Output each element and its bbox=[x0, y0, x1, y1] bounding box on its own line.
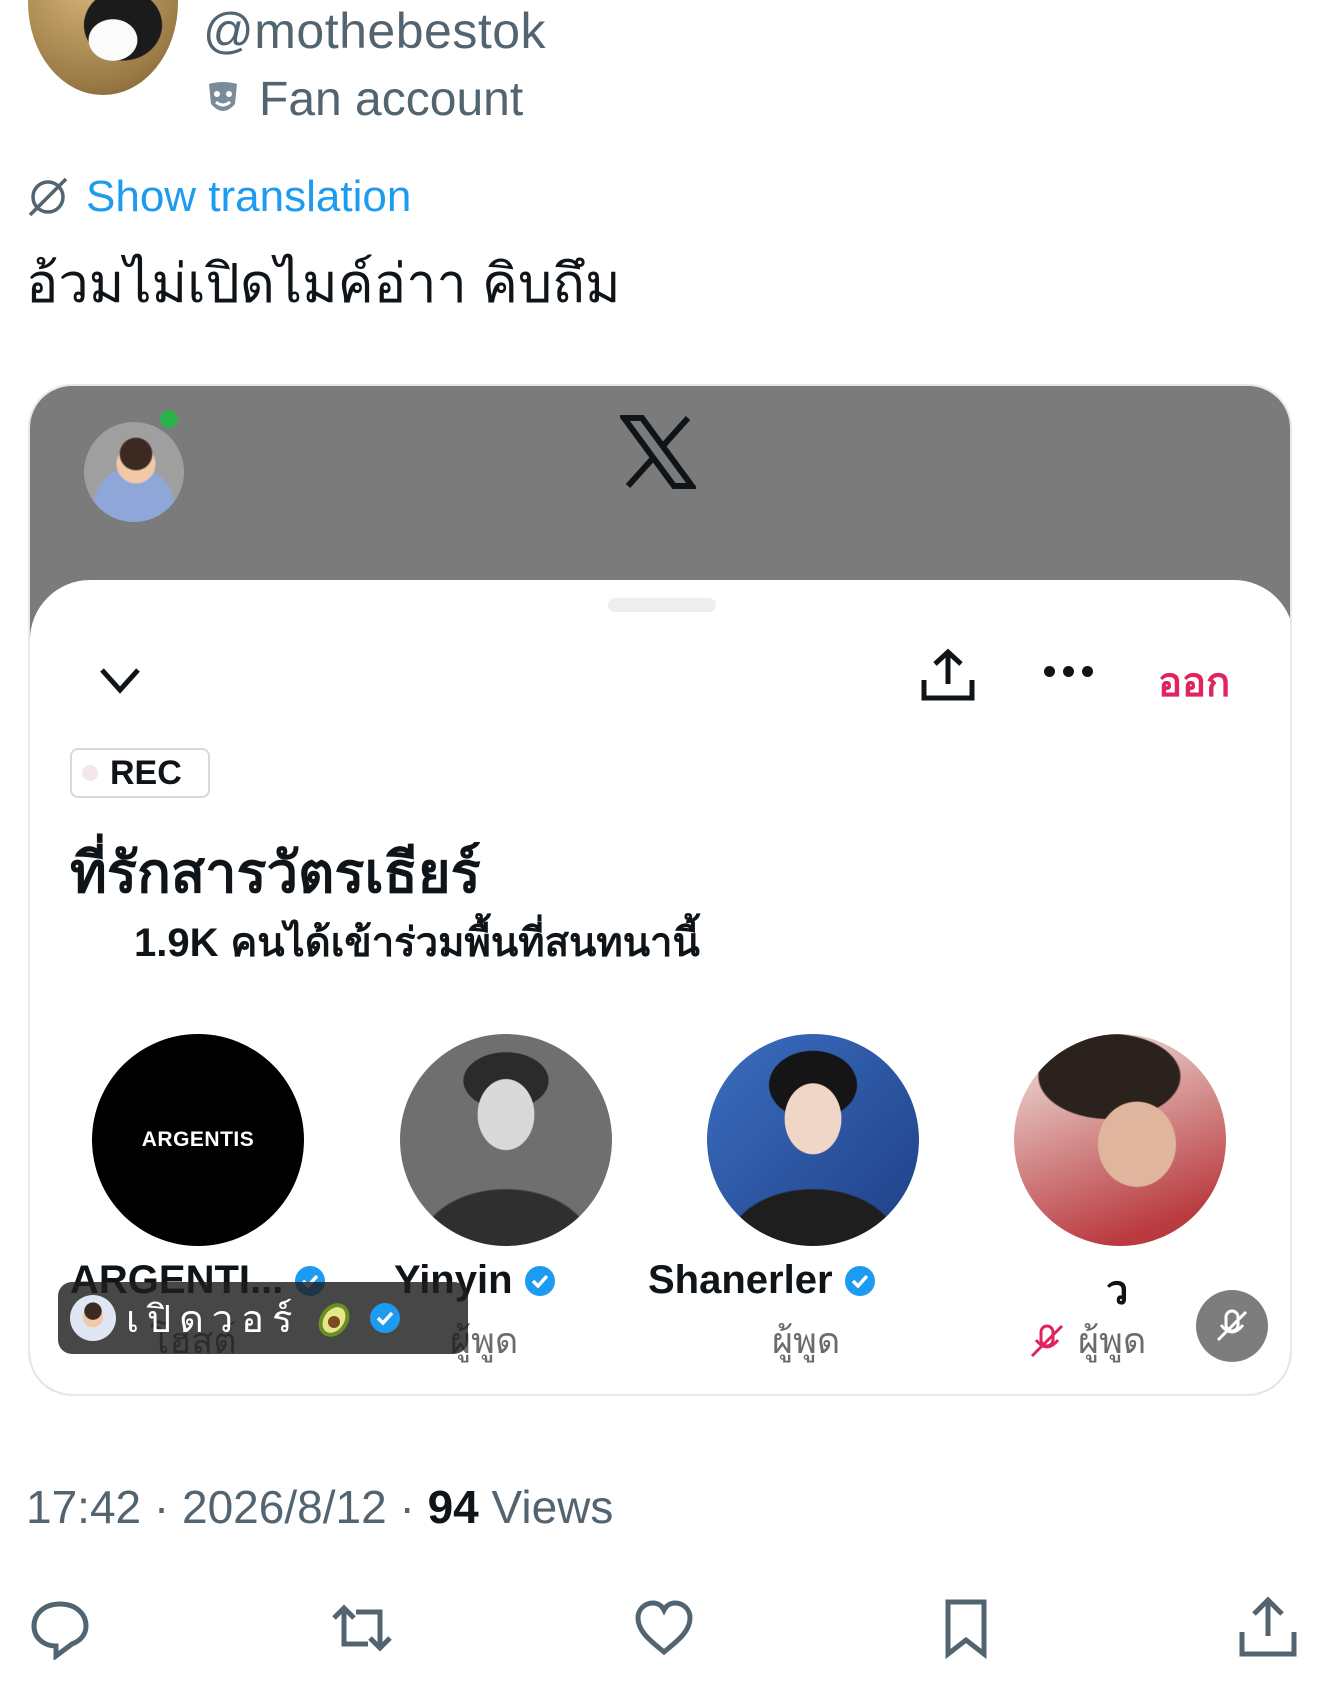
theater-mask-icon bbox=[209, 81, 237, 111]
verified-badge-icon bbox=[844, 1265, 875, 1296]
user-handle[interactable]: @mothebestok bbox=[203, 2, 546, 60]
mic-toggle-button[interactable] bbox=[1196, 1290, 1268, 1362]
globe-slash-icon bbox=[28, 177, 68, 217]
listeners-summary: 1.9K คนได้เข้าร่วมพื้นที่สนทนานี้ bbox=[134, 910, 700, 974]
views-count: 94 bbox=[427, 1481, 479, 1533]
leave-button[interactable]: ออก bbox=[1158, 650, 1230, 714]
user-avatar[interactable] bbox=[28, 0, 178, 95]
online-indicator bbox=[160, 410, 178, 428]
share-icon[interactable] bbox=[918, 646, 978, 706]
like-icon[interactable] bbox=[632, 1596, 696, 1660]
account-label-text: Fan account bbox=[259, 73, 524, 126]
overlay-user-pill[interactable]: เปิดวอร์ bbox=[58, 1282, 468, 1354]
show-translation-text[interactable]: Show translation bbox=[86, 172, 411, 222]
reply-icon[interactable] bbox=[28, 1596, 92, 1660]
show-translation-link[interactable]: Show translation bbox=[26, 172, 411, 222]
listeners-count: 1.9K bbox=[134, 921, 219, 965]
speaker-avatar-argentis[interactable]: ARGENTIS bbox=[92, 1034, 304, 1246]
rec-dot-icon bbox=[82, 765, 98, 781]
views-label: Views bbox=[491, 1481, 614, 1533]
media-card[interactable]: ออก REC ที่รักสารวัตรเธียร์ 1.9K คนได้เข้… bbox=[28, 384, 1292, 1396]
tweet-meta: 17:42 · 2026/8/12 · 94 Views bbox=[26, 1481, 614, 1533]
more-options-icon[interactable] bbox=[1044, 666, 1093, 677]
tweet-date[interactable]: 2026/8/12 bbox=[182, 1481, 387, 1533]
profile-avatar bbox=[84, 422, 184, 522]
mic-muted-icon bbox=[1030, 1324, 1064, 1357]
share-icon[interactable] bbox=[1236, 1596, 1300, 1660]
avocado-icon bbox=[318, 1303, 350, 1337]
space-title: ที่รักสารวัตรเธียร์ bbox=[70, 841, 481, 904]
speaker-role-shanerler: ผู้พูด bbox=[772, 1320, 841, 1361]
tweet-text: อ้วมไม่เปิดไมค์อ่าา คิบถึม bbox=[26, 254, 621, 314]
space-sheet: ออก REC ที่รักสารวัตรเธียร์ 1.9K คนได้เข้… bbox=[30, 580, 1290, 1394]
sheet-grabber[interactable] bbox=[608, 598, 716, 612]
rec-label: REC bbox=[110, 753, 182, 792]
listeners-text: คนได้เข้าร่วมพื้นที่สนทนานี้ bbox=[230, 921, 700, 965]
retweet-icon[interactable] bbox=[330, 1596, 394, 1660]
overlay-avatar bbox=[70, 1295, 116, 1341]
rec-badge: REC bbox=[70, 748, 210, 798]
speaker-role-wo: ผู้พูด bbox=[1028, 1312, 1146, 1369]
verified-badge-icon bbox=[524, 1265, 555, 1296]
speaker-name-shanerler: Shanerler bbox=[648, 1258, 877, 1303]
x-logo-icon bbox=[620, 415, 696, 489]
speaker-avatar-yinyin[interactable] bbox=[400, 1034, 612, 1246]
overlay-user-name: เปิดวอร์ bbox=[126, 1298, 301, 1341]
tweet-time[interactable]: 17:42 bbox=[26, 1481, 141, 1533]
speaker-avatar-shanerler[interactable] bbox=[707, 1034, 919, 1246]
chevron-down-icon[interactable] bbox=[96, 660, 144, 700]
avatar-logo-text: ARGENTIS bbox=[141, 1128, 255, 1151]
speaker-avatar-wo[interactable] bbox=[1014, 1034, 1226, 1246]
bookmark-icon[interactable] bbox=[934, 1596, 998, 1660]
verified-badge-icon bbox=[370, 1303, 401, 1333]
mic-off-icon bbox=[1216, 1309, 1248, 1342]
account-label: Fan account bbox=[205, 72, 523, 127]
